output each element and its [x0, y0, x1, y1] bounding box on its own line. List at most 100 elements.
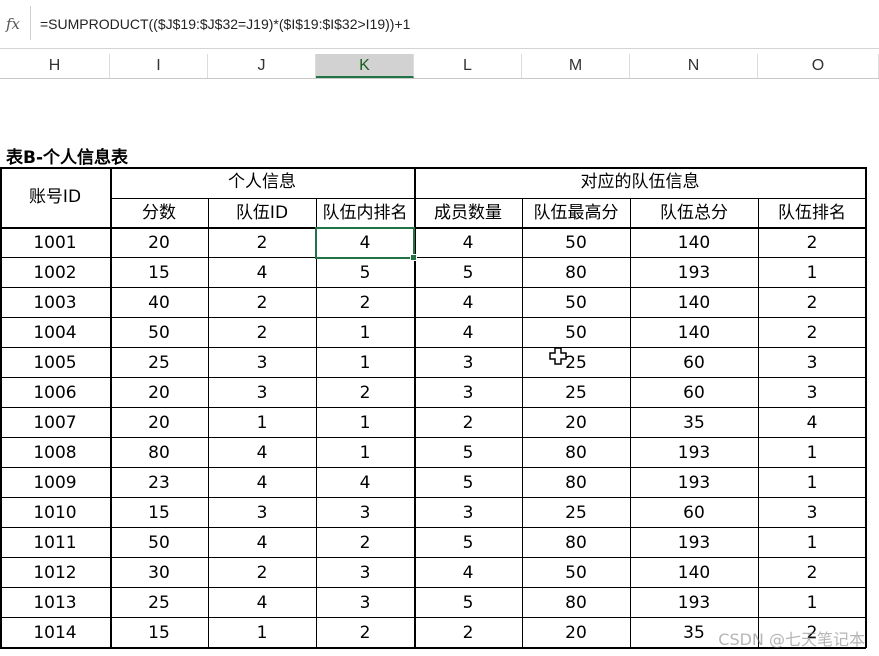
table-cell[interactable]: 2 — [414, 618, 522, 648]
table-cell[interactable]: 50 — [110, 528, 208, 558]
fill-handle[interactable] — [410, 254, 417, 261]
column-header-m[interactable]: M — [522, 54, 630, 78]
column-header-k[interactable]: K — [316, 54, 414, 78]
table-cell[interactable]: 2 — [758, 558, 866, 588]
table-cell[interactable]: 193 — [630, 528, 758, 558]
table-cell[interactable]: 4 — [208, 588, 316, 618]
table-cell[interactable]: 15 — [110, 498, 208, 528]
table-cell[interactable]: 2 — [758, 228, 866, 258]
table-cell[interactable]: 2 — [208, 288, 316, 318]
table-cell[interactable]: 2 — [758, 318, 866, 348]
table-cell[interactable]: 25 — [522, 348, 630, 378]
table-cell[interactable]: 1 — [316, 318, 414, 348]
table-cell[interactable]: 3 — [208, 378, 316, 408]
table-cell[interactable]: 30 — [110, 558, 208, 588]
column-header-i[interactable]: I — [110, 54, 208, 78]
table-cell[interactable]: 3 — [316, 588, 414, 618]
table-cell[interactable]: 140 — [630, 318, 758, 348]
table-cell[interactable]: 1001 — [0, 228, 110, 258]
table-cell[interactable]: 25 — [110, 588, 208, 618]
table-cell[interactable]: 193 — [630, 468, 758, 498]
table-cell[interactable]: 3 — [414, 348, 522, 378]
table-cell[interactable]: 4 — [208, 258, 316, 288]
column-header-l[interactable]: L — [414, 54, 522, 78]
table-cell[interactable]: 50 — [522, 228, 630, 258]
table-cell[interactable]: 3 — [208, 348, 316, 378]
table-cell[interactable]: 4 — [414, 288, 522, 318]
table-cell[interactable]: 80 — [522, 438, 630, 468]
table-cell[interactable]: 2 — [316, 378, 414, 408]
table-cell[interactable]: 2 — [414, 408, 522, 438]
table-cell[interactable]: 4 — [758, 408, 866, 438]
table-cell[interactable]: 1 — [316, 438, 414, 468]
table-cell[interactable]: 5 — [414, 588, 522, 618]
table-cell[interactable]: 3 — [414, 378, 522, 408]
formula-input[interactable]: =SUMPRODUCT(($J$19:$J$32=J19)*($I$19:$I$… — [40, 8, 410, 40]
table-cell[interactable]: 2 — [316, 288, 414, 318]
table-cell[interactable]: 40 — [110, 288, 208, 318]
table-cell[interactable]: 60 — [630, 498, 758, 528]
column-header-n[interactable]: N — [630, 54, 758, 78]
table-cell[interactable]: 3 — [758, 498, 866, 528]
table-cell[interactable]: 4 — [414, 228, 522, 258]
table-cell[interactable]: 20 — [110, 378, 208, 408]
table-cell[interactable]: 1005 — [0, 348, 110, 378]
table-cell[interactable]: 3 — [316, 558, 414, 588]
table-cell[interactable]: 4 — [414, 558, 522, 588]
table-cell[interactable]: 1 — [758, 588, 866, 618]
table-cell[interactable]: 1 — [758, 468, 866, 498]
table-cell[interactable]: 25 — [110, 348, 208, 378]
table-cell[interactable]: 3 — [414, 498, 522, 528]
table-cell[interactable]: 25 — [522, 498, 630, 528]
table-cell[interactable]: 140 — [630, 288, 758, 318]
table-cell[interactable]: 193 — [630, 438, 758, 468]
table-cell[interactable]: 50 — [522, 558, 630, 588]
table-cell[interactable]: 5 — [414, 528, 522, 558]
table-cell[interactable]: 3 — [758, 348, 866, 378]
table-cell[interactable]: 2 — [208, 228, 316, 258]
table-cell[interactable]: 140 — [630, 558, 758, 588]
table-cell[interactable]: 2 — [316, 528, 414, 558]
table-cell[interactable]: 80 — [522, 258, 630, 288]
table-cell[interactable]: 20 — [110, 408, 208, 438]
table-cell[interactable]: 1011 — [0, 528, 110, 558]
table-cell[interactable]: 2 — [208, 318, 316, 348]
table-cell[interactable]: 1 — [758, 438, 866, 468]
table-cell[interactable]: 1 — [758, 258, 866, 288]
table-cell[interactable]: 50 — [522, 318, 630, 348]
table-cell[interactable]: 80 — [522, 528, 630, 558]
table-cell[interactable]: 2 — [208, 558, 316, 588]
table-cell[interactable]: 60 — [630, 378, 758, 408]
table-cell[interactable]: 1 — [316, 348, 414, 378]
table-cell[interactable]: 50 — [522, 288, 630, 318]
table-cell[interactable]: 1006 — [0, 378, 110, 408]
table-cell[interactable]: 15 — [110, 618, 208, 648]
table-cell[interactable]: 5 — [414, 468, 522, 498]
table-cell[interactable]: 80 — [522, 588, 630, 618]
table-cell[interactable]: 1013 — [0, 588, 110, 618]
table-cell[interactable]: 5 — [414, 438, 522, 468]
table-cell[interactable]: 5 — [414, 258, 522, 288]
table-cell[interactable]: 193 — [630, 588, 758, 618]
table-cell[interactable]: 4 — [316, 468, 414, 498]
table-cell[interactable]: 1 — [208, 408, 316, 438]
table-cell[interactable]: 23 — [110, 468, 208, 498]
column-header-j[interactable]: J — [208, 54, 316, 78]
table-cell[interactable]: 1 — [758, 528, 866, 558]
table-cell[interactable]: 1003 — [0, 288, 110, 318]
table-cell[interactable]: 193 — [630, 258, 758, 288]
table-cell[interactable]: 25 — [522, 378, 630, 408]
fx-icon[interactable]: fx — [0, 8, 26, 40]
table-cell[interactable]: 15 — [110, 258, 208, 288]
table-cell[interactable]: 4 — [414, 318, 522, 348]
table-cell[interactable]: 1012 — [0, 558, 110, 588]
table-cell[interactable]: 4 — [208, 528, 316, 558]
table-cell[interactable]: 3 — [316, 498, 414, 528]
table-cell[interactable]: 1009 — [0, 468, 110, 498]
table-cell[interactable]: 80 — [110, 438, 208, 468]
table-cell[interactable]: 1008 — [0, 438, 110, 468]
table-cell[interactable]: 2 — [316, 618, 414, 648]
column-header-o[interactable]: O — [758, 54, 879, 78]
table-cell[interactable]: 1002 — [0, 258, 110, 288]
table-cell[interactable]: 1014 — [0, 618, 110, 648]
